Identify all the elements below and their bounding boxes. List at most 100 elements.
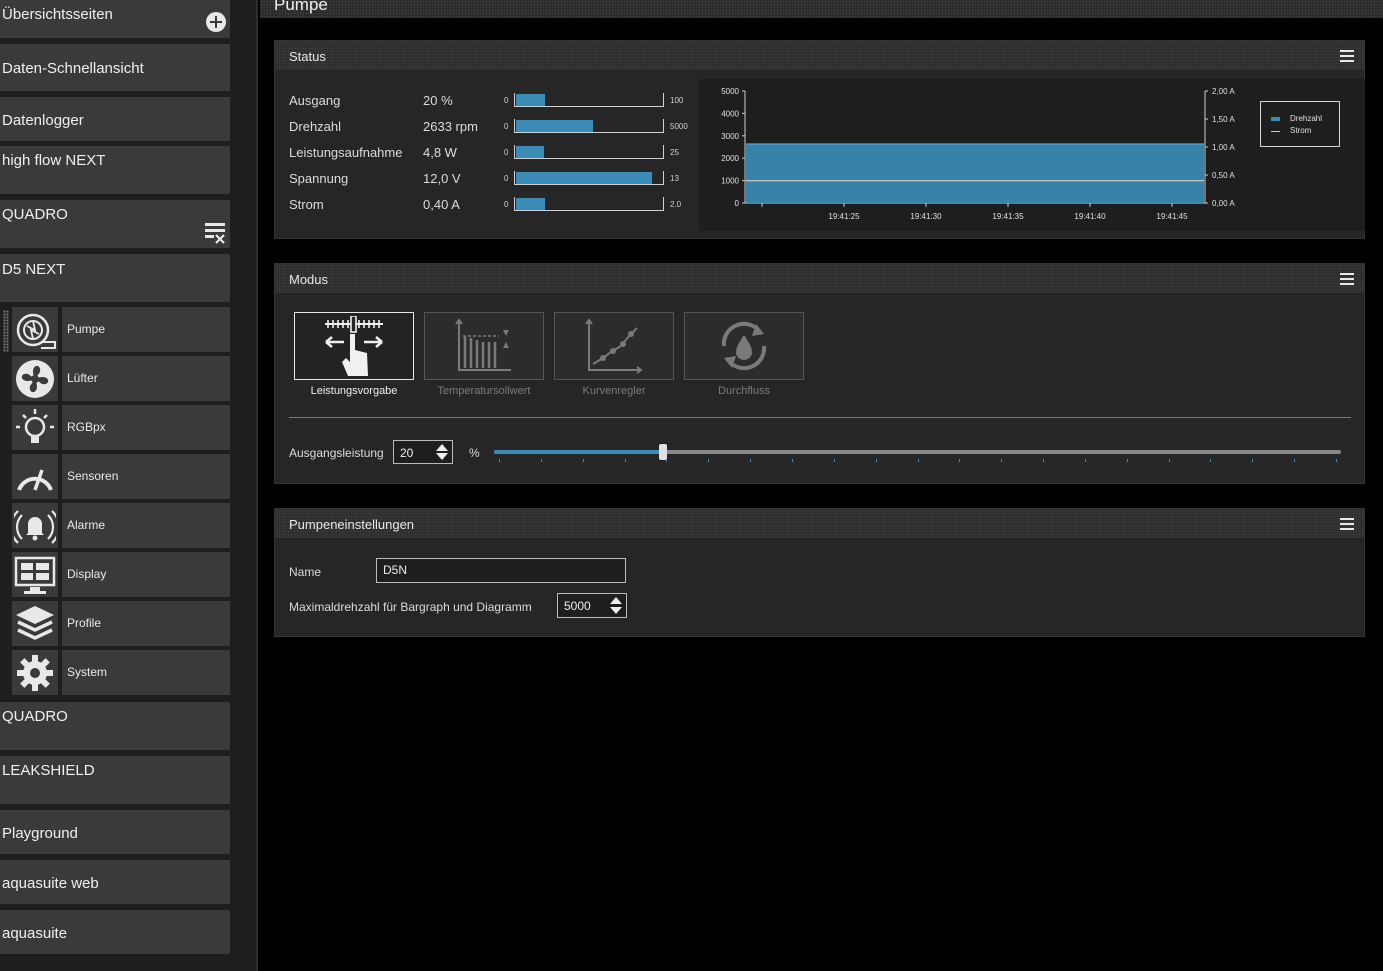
chart-legend: Drehzahl Strom <box>1260 101 1340 147</box>
status-row-bargraph <box>514 145 664 159</box>
slider-tick <box>540 459 542 462</box>
status-panel: Status Ausgang 20 % 0 100 Drehzahl 2633 rpm 0 5… <box>274 40 1365 239</box>
mode-kurvenregler-label: Kurvenregler <box>582 385 646 397</box>
slider-tick <box>499 459 500 462</box>
nav-quadro-1-label: QUADRO <box>2 206 68 223</box>
sidebar-item-display[interactable]: Display <box>12 552 230 597</box>
nav-data-quickview[interactable]: Daten-Schnellansicht <box>0 44 230 91</box>
stepper-up-icon[interactable] <box>436 444 448 451</box>
sidebar-item-luefter[interactable]: Lüfter <box>12 356 230 401</box>
sidebar-item-profile[interactable]: Profile <box>12 601 230 646</box>
chart-xtick-label: 19:41:45 <box>1156 212 1188 221</box>
chart-xtick-label: 19:41:40 <box>1074 212 1106 221</box>
nav-leakshield[interactable]: LEAKSHIELD <box>0 756 230 804</box>
status-row-value: 4,8 W <box>423 145 457 160</box>
output-power-slider-thumb[interactable] <box>659 444 668 460</box>
sidebar-item-alarme[interactable]: Alarme <box>12 503 230 548</box>
nav-d5-next[interactable]: D5 NEXT <box>0 254 230 302</box>
hand-slider-icon <box>325 316 383 376</box>
nav-quadro-1[interactable]: QUADRO <box>0 200 230 248</box>
status-row-bar-fill <box>516 94 545 106</box>
sidebar-item-sensoren[interactable]: Sensoren <box>12 454 230 499</box>
modus-panel-title: Modus <box>289 272 329 287</box>
mode-durchfluss-label: Durchfluss <box>718 385 770 397</box>
slider-tick <box>582 459 584 462</box>
status-row-bargraph <box>514 119 664 133</box>
status-menu-icon[interactable] <box>1340 50 1354 62</box>
slider-tick <box>791 459 793 462</box>
output-power-slider[interactable] <box>494 444 1341 462</box>
slider-tick <box>875 459 877 462</box>
nav-overview-pages[interactable]: Übersichtsseiten <box>0 0 230 38</box>
nav-quadro-2-label: QUADRO <box>2 708 68 725</box>
mode-kurvenregler-button[interactable] <box>554 312 674 380</box>
max-rpm-down-icon[interactable] <box>610 607 622 614</box>
slider-tick <box>959 459 961 462</box>
slider-tick <box>917 459 919 462</box>
device-config-icon[interactable] <box>204 222 226 244</box>
nav-data-quickview-label: Daten-Schnellansicht <box>2 60 144 77</box>
pump-settings-menu-icon[interactable] <box>1340 518 1354 530</box>
status-row-min: 0 <box>504 96 509 105</box>
nav-d5-next-label: D5 NEXT <box>2 261 66 278</box>
chart-ytick-left-label: 2000 <box>721 154 739 163</box>
mode-temperatursollwert-button[interactable] <box>424 312 544 380</box>
status-chart: 0 1000 2000 3000 4000 5000 0,00 A 0,50 A 1,00 A 1… <box>699 79 1365 231</box>
sidebar-item-display-label: Display <box>62 552 230 597</box>
flow-drop-icon <box>721 321 767 371</box>
status-row-max: 2.0 <box>670 200 682 209</box>
status-row-name: Leistungsaufnahme <box>289 145 403 160</box>
modus-menu-icon[interactable] <box>1340 273 1354 285</box>
status-row-bargraph <box>514 171 664 185</box>
nav-datalogger-label: Datenlogger <box>2 112 84 129</box>
sidebar-item-pumpe[interactable]: Pumpe <box>12 307 230 352</box>
mode-durchfluss-button[interactable] <box>684 312 804 380</box>
status-row-name: Spannung <box>289 171 349 186</box>
lightbulb-icon <box>12 405 58 450</box>
legend-swatch-drehzahl <box>1271 117 1280 121</box>
nav-high-flow-next[interactable]: high flow NEXT <box>0 146 230 194</box>
sidebar-item-rgbpx-label: RGBpx <box>62 405 230 450</box>
add-overview-page-icon[interactable] <box>206 12 226 32</box>
slider-tick <box>666 459 668 462</box>
max-rpm-label: Maximaldrehzahl für Bargraph und Diagram… <box>289 600 532 614</box>
page-title: Pumpe <box>274 0 328 14</box>
mode-leistungsvorgabe-button[interactable] <box>294 312 414 380</box>
slider-tick <box>833 459 835 462</box>
pump-name-label: Name <box>289 565 322 579</box>
legend-label-strom: Strom <box>1290 126 1312 135</box>
modus-panel-header: Modus <box>275 264 1364 294</box>
sidebar-item-pumpe-label: Pumpe <box>62 307 230 352</box>
sidebar-item-system[interactable]: System <box>12 650 230 695</box>
sidebar-item-sensoren-label: Sensoren <box>62 454 230 499</box>
pump-name-input[interactable]: D5N <box>376 558 626 583</box>
output-power-label: Ausgangsleistung <box>289 446 384 460</box>
nav-aquasuite[interactable]: aquasuite <box>0 910 230 954</box>
sidebar-item-system-label: System <box>62 650 230 695</box>
nav-aquasuite-web[interactable]: aquasuite web <box>0 860 230 904</box>
nav-playground-label: Playground <box>2 825 78 842</box>
chart-xtick-label: 19:41:30 <box>910 212 942 221</box>
sidebar-item-rgbpx[interactable]: RGBpx <box>12 405 230 450</box>
nav-quadro-2[interactable]: QUADRO <box>0 702 230 750</box>
output-power-stepper[interactable]: 20 <box>393 440 453 464</box>
slider-tick <box>1210 459 1212 462</box>
max-rpm-stepper[interactable]: 5000 <box>557 593 627 618</box>
stepper-down-icon[interactable] <box>436 453 448 460</box>
slider-tick <box>624 459 626 462</box>
modus-panel: Modus Leistungsvorgabe Temperatursollwer… <box>274 263 1365 484</box>
status-row-name: Drehzahl <box>289 119 342 134</box>
chart-xtick-label: 19:41:25 <box>828 212 860 221</box>
max-rpm-up-icon[interactable] <box>610 597 622 604</box>
slider-tick <box>1001 459 1003 462</box>
slider-tick <box>1336 459 1337 462</box>
display-icon <box>12 552 58 597</box>
drag-handle[interactable] <box>3 310 9 352</box>
output-power-value: 20 <box>400 446 414 460</box>
nav-playground[interactable]: Playground <box>0 810 230 854</box>
nav-aquasuite-label: aquasuite <box>2 925 68 942</box>
status-row-value: 0,40 A <box>423 197 460 212</box>
nav-datalogger[interactable]: Datenlogger <box>0 97 230 141</box>
status-row-max: 100 <box>670 96 684 105</box>
title-bar <box>260 0 1383 18</box>
